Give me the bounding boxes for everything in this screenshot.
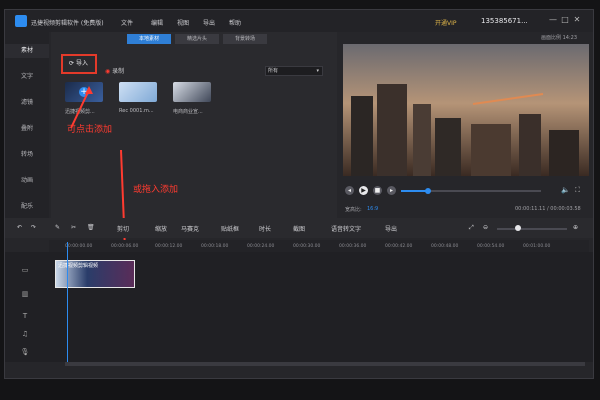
ruler-tick: 00:00:12.00	[155, 244, 183, 249]
tool-speech-to-text[interactable]: 语音转文字	[331, 224, 361, 233]
play-button[interactable]: ▶	[359, 186, 368, 195]
ruler-tick: 00:00:42.00	[385, 244, 413, 249]
ruler-tick: 00:00:54.00	[477, 244, 505, 249]
clip-label: 迅捷视频剪辑视频	[58, 263, 99, 269]
fit-icon[interactable]: ⤢	[469, 224, 474, 232]
ruler-tick: 00:01:00.00	[523, 244, 551, 249]
video-track-icon: ▭	[21, 266, 29, 274]
ruler-tick: 00:00:36.00	[339, 244, 367, 249]
ruler-tick: 00:00:30.00	[293, 244, 321, 249]
music-track-icon: ♫	[21, 330, 29, 338]
overlay-track-icon: ▥	[21, 290, 29, 298]
ruler-tick: 00:00:00.00	[65, 244, 93, 249]
timeline-ruler[interactable]: 00:00:00.00 00:00:06.00 00:00:12.00 00:0…	[49, 240, 589, 252]
zoom-in-icon[interactable]: ⊕	[573, 224, 578, 231]
undo-icon[interactable]: ↶	[17, 224, 22, 231]
ruler-tick: 00:00:18.00	[201, 244, 229, 249]
seek-knob[interactable]	[425, 188, 431, 194]
ruler-tick: 00:00:06.00	[111, 244, 139, 249]
edit-toolbar: ↶ ↷ ✎ ✂ 🗑 剪切 缩放 马赛克 贴纸框 时长 截图 语音转文字 导出 ⤢…	[5, 218, 593, 238]
video-preview	[343, 44, 589, 176]
tool-zoom[interactable]: 缩放	[155, 224, 167, 233]
volume-icon[interactable]: 🔈	[561, 186, 570, 194]
seek-progress	[401, 190, 427, 192]
city-scene-image	[343, 44, 589, 176]
tool-screenshot[interactable]: 截图	[293, 224, 305, 233]
ruler-tick: 00:00:48.00	[431, 244, 459, 249]
text-track-icon: T	[22, 312, 28, 320]
edit-icon[interactable]: ✎	[55, 224, 60, 231]
preview-aspect: 画面比例 14:23	[541, 35, 577, 41]
fullscreen-icon[interactable]: ⛶	[575, 186, 580, 195]
tool-sticker[interactable]: 贴纸框	[221, 224, 239, 233]
zoom-out-icon[interactable]: ⊖	[483, 224, 488, 231]
cut-icon[interactable]: ✂	[71, 224, 76, 231]
seek-bar[interactable]	[401, 190, 541, 192]
voice-track-icon: 🎙	[20, 348, 30, 356]
tool-cut[interactable]: 剪切	[117, 224, 129, 233]
ratio-value[interactable]: 16:9	[367, 206, 378, 212]
tool-duration[interactable]: 时长	[259, 224, 271, 233]
timeline-scrollbar[interactable]	[65, 362, 585, 366]
zoom-knob[interactable]	[515, 225, 521, 231]
playhead[interactable]	[67, 242, 68, 362]
delete-icon[interactable]: 🗑	[87, 224, 95, 231]
app-window: 迅捷视频剪辑软件 (免费版) 文件 编辑 视图 导出 帮助 开通VIP 1353…	[4, 9, 594, 379]
tool-mosaic[interactable]: 马赛克	[181, 224, 199, 233]
ratio-label: 宽高比:	[345, 207, 362, 213]
time-readout: 00:00:11.11 / 00:00:03.58	[515, 206, 581, 212]
stop-button[interactable]: ■	[373, 186, 382, 195]
next-frame-button[interactable]: ▸	[387, 186, 396, 195]
ruler-tick: 00:00:24.00	[247, 244, 275, 249]
zoom-slider[interactable]	[497, 228, 567, 230]
tool-export[interactable]: 导出	[385, 224, 397, 233]
prev-frame-button[interactable]: ◂	[345, 186, 354, 195]
redo-icon[interactable]: ↷	[31, 224, 36, 231]
